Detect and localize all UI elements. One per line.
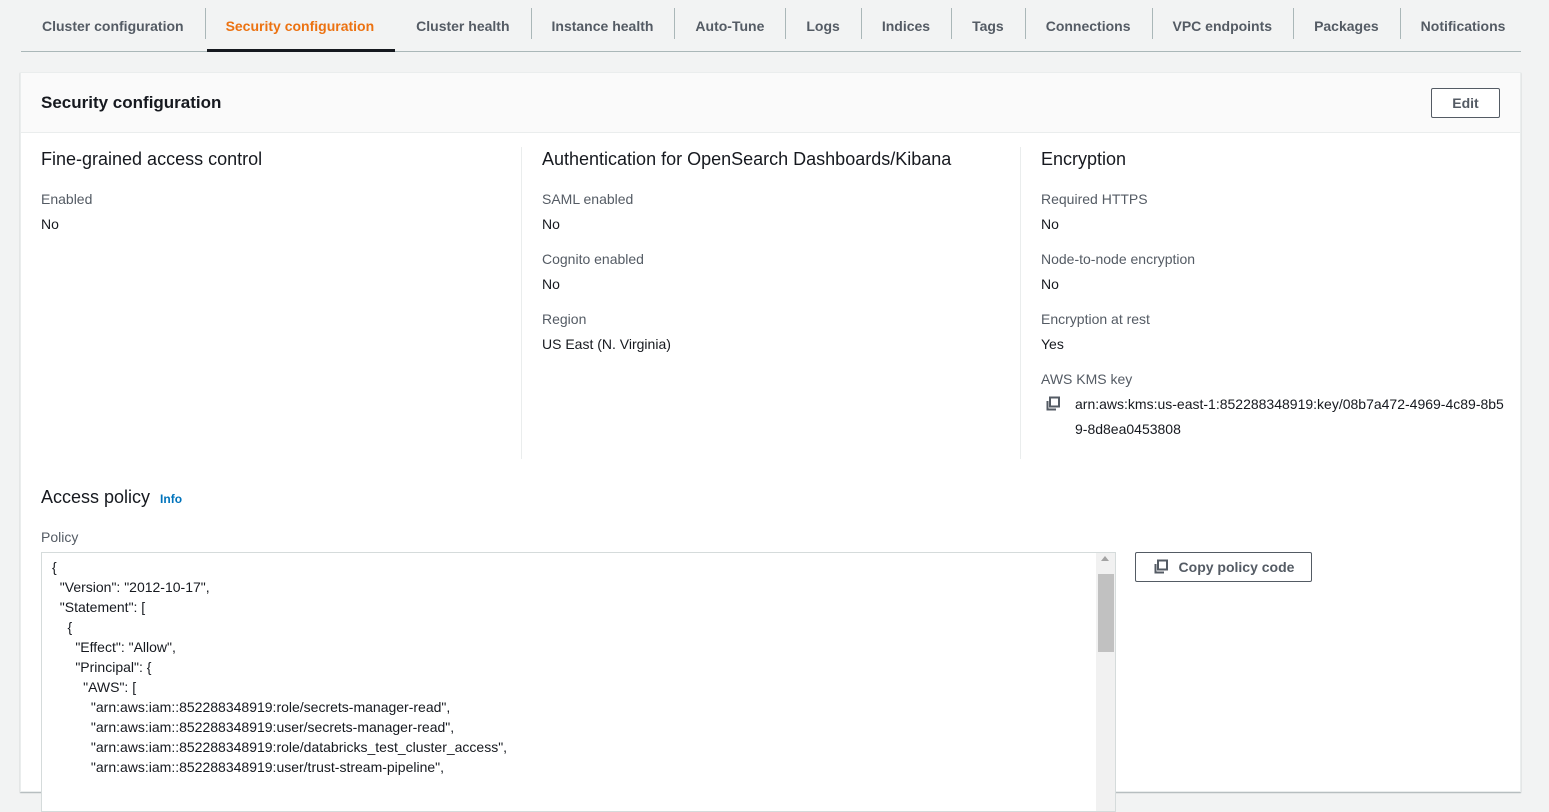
region-value: US East (N. Virginia)	[542, 336, 671, 352]
auth-title: Authentication for OpenSearch Dashboards…	[542, 149, 952, 169]
info-link[interactable]: Info	[160, 487, 182, 511]
panel-title: Security configuration	[41, 92, 222, 112]
tab-cluster-health[interactable]: Cluster health	[395, 0, 530, 51]
policy-code-line: "Principal": {	[52, 659, 152, 675]
tab-auto-tune[interactable]: Auto-Tune	[674, 0, 785, 51]
policy-code-line: {	[52, 559, 57, 575]
cognito-value: No	[542, 276, 560, 292]
policy-code-line: "Statement": [	[52, 599, 146, 615]
tab-security-configuration[interactable]: Security configuration	[204, 0, 396, 52]
kms-value: arn:aws:kms:us-east-1:852288348919:key/0…	[1075, 396, 1504, 437]
encryption-section: Encryption Required HTTPS No Node-to-nod…	[1041, 147, 1511, 458]
access-policy-section: Access policy Info	[41, 485, 182, 511]
column-divider	[521, 147, 522, 459]
policy-label: Policy	[41, 529, 79, 545]
kms-label: AWS KMS key	[1041, 371, 1133, 387]
policy-code-line: "arn:aws:iam::852288348919:role/databric…	[52, 739, 508, 755]
rest-label: Encryption at rest	[1041, 311, 1150, 327]
scroll-up-arrow-icon[interactable]	[1101, 556, 1109, 561]
policy-code-line: "arn:aws:iam::852288348919:role/secrets-…	[52, 699, 451, 715]
tab-packages[interactable]: Packages	[1293, 0, 1400, 51]
rest-value: Yes	[1041, 336, 1064, 352]
tab-vpc-endpoints[interactable]: VPC endpoints	[1151, 0, 1294, 51]
fgac-enabled-value: No	[41, 216, 59, 232]
https-value: No	[1041, 216, 1059, 232]
tab-logs[interactable]: Logs	[785, 0, 860, 51]
edit-button[interactable]: Edit	[1431, 87, 1500, 118]
n2n-label: Node-to-node encryption	[1041, 251, 1196, 267]
scrollbar[interactable]	[1096, 553, 1115, 811]
n2n-value: No	[1041, 276, 1059, 292]
copy-policy-code-button[interactable]: Copy policy code	[1135, 552, 1312, 582]
cognito-label: Cognito enabled	[542, 251, 644, 267]
policy-code-line: "AWS": [	[52, 679, 137, 695]
column-divider	[1020, 147, 1021, 459]
panel-header: Security configuration Edit	[21, 73, 1520, 133]
scroll-thumb[interactable]	[1098, 574, 1114, 652]
policy-code-line: "arn:aws:iam::852288348919:user/secrets-…	[52, 719, 455, 735]
encryption-title: Encryption	[1041, 149, 1127, 169]
tab-tags[interactable]: Tags	[951, 0, 1025, 51]
fgac-title: Fine-grained access control	[41, 149, 263, 169]
copy-icon	[1154, 559, 1168, 574]
copy-icon[interactable]	[1045, 396, 1065, 414]
policy-code-line: "arn:aws:iam::852288348919:user/trust-st…	[52, 759, 445, 775]
security-configuration-panel: Security configuration Edit Fine-grained…	[20, 72, 1521, 812]
tab-bar: Cluster configuration Security configura…	[21, 0, 1521, 52]
tab-indices[interactable]: Indices	[860, 0, 951, 51]
copy-policy-code-label: Copy policy code	[1178, 559, 1295, 575]
fgac-enabled-label: Enabled	[41, 191, 93, 207]
access-policy-title: Access policy	[41, 487, 151, 507]
policy-code: { "Version": "2012-10-17", "Statement": …	[52, 557, 507, 777]
https-label: Required HTTPS	[1041, 191, 1148, 207]
tab-connections[interactable]: Connections	[1024, 0, 1152, 51]
tab-cluster-configuration[interactable]: Cluster configuration	[21, 0, 205, 51]
auth-section: Authentication for OpenSearch Dashboards…	[542, 147, 1002, 370]
policy-code-line: "Version": "2012-10-17",	[52, 579, 210, 595]
fgac-section: Fine-grained access control Enabled No	[41, 147, 501, 250]
policy-code-editor[interactable]: { "Version": "2012-10-17", "Statement": …	[41, 552, 1116, 812]
policy-code-line: {	[52, 619, 73, 635]
tab-notifications[interactable]: Notifications	[1399, 0, 1527, 51]
security-details: Fine-grained access control Enabled No A…	[21, 133, 1520, 463]
saml-label: SAML enabled	[542, 191, 634, 207]
region-label: Region	[542, 311, 587, 327]
tab-instance-health[interactable]: Instance health	[530, 0, 675, 51]
policy-code-line: "Effect": "Allow",	[52, 639, 176, 655]
saml-value: No	[542, 216, 560, 232]
